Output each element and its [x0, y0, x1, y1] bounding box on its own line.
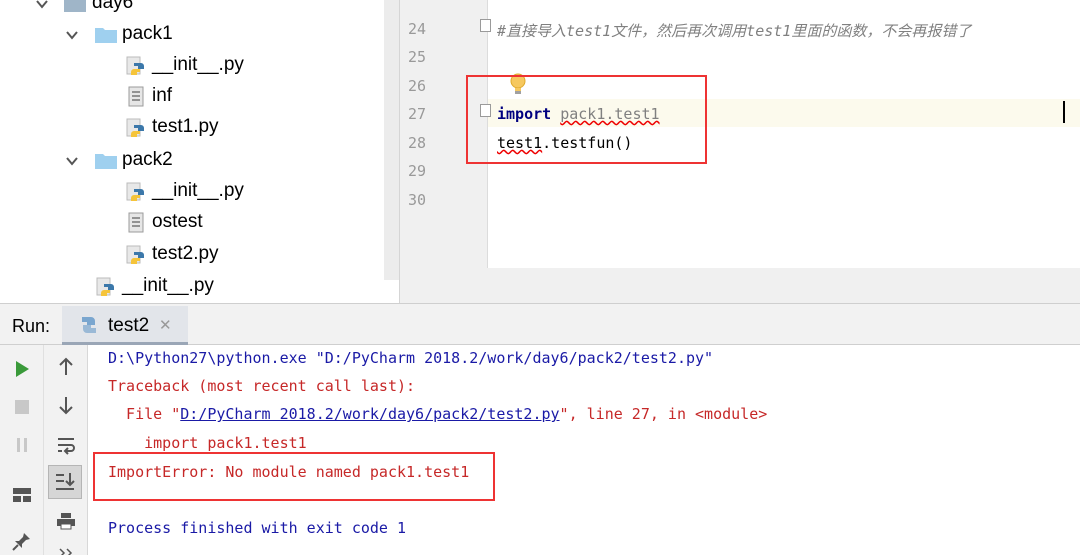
more-button[interactable] [52, 539, 80, 555]
line-number: 29 [407, 162, 426, 180]
tree-item-ostest[interactable]: ostest [0, 207, 384, 238]
tree-item-label: __init__.py [152, 180, 244, 201]
tree-item-label: test1.py [152, 116, 219, 137]
stop-icon [15, 400, 29, 414]
text-file-icon [128, 212, 144, 233]
console-file-line: File "D:/PyCharm 2018.2/work/day6/pack2/… [108, 405, 767, 423]
python-file-icon [126, 245, 144, 264]
folder-icon [95, 154, 117, 169]
line-number: 26 [407, 77, 426, 95]
tree-item-pack1[interactable]: pack1 [0, 19, 384, 50]
project-tree: day6 pack1 __init__.py inf test1.py pack… [0, 0, 399, 303]
run-tab-label: test2 [108, 315, 150, 336]
tree-item-test2[interactable]: test2.py [0, 239, 384, 270]
pin-icon [12, 533, 30, 551]
tree-scrollbar[interactable] [384, 0, 399, 280]
console-exit-line: Process finished with exit code 1 [108, 519, 407, 537]
line-number: 28 [407, 134, 426, 152]
editor-bottom-area [400, 268, 1080, 303]
print-icon [57, 513, 75, 530]
tree-item-inf[interactable]: inf [0, 81, 384, 112]
run-tab-test2[interactable]: test2 ✕ [62, 306, 188, 345]
python-file-icon [126, 56, 144, 75]
line-number: 30 [407, 191, 426, 209]
soft-wrap-icon [58, 438, 75, 455]
run-toolbar [0, 345, 88, 555]
highlight-box-code [466, 75, 707, 164]
pin-button[interactable] [8, 527, 36, 555]
tree-item-day6-init[interactable]: __init__.py [0, 271, 384, 302]
line-number: 24 [407, 20, 426, 38]
arrow-down-icon [59, 397, 73, 415]
toolbar-divider [43, 345, 44, 555]
tree-item-label: inf [152, 85, 173, 106]
python-file-icon [82, 317, 96, 333]
console-source-line: import pack1.test1 [108, 434, 307, 452]
run-panel-title: Run: [12, 316, 51, 336]
close-icon[interactable]: ✕ [159, 316, 172, 334]
chevron-down-icon[interactable] [64, 153, 80, 169]
tree-item-pack2[interactable]: pack2 [0, 145, 384, 176]
chevron-down-icon[interactable] [64, 27, 80, 43]
fold-marker-icon[interactable] [480, 19, 491, 32]
layout-icon [13, 488, 31, 502]
scroll-to-end-button[interactable] [48, 465, 82, 499]
run-button[interactable] [8, 355, 36, 383]
code-comment: #直接导入test1文件，然后再次调用test1里面的函数，不会再报错了 [497, 22, 972, 40]
print-button[interactable] [52, 507, 80, 535]
console-traceback-header: Traceback (most recent call last): [108, 377, 416, 395]
file-suffix: ", line 27, in <module> [559, 405, 768, 423]
tree-item-label: pack1 [122, 23, 173, 44]
tree-item-label: __init__.py [152, 54, 244, 75]
chevron-down-icon[interactable] [34, 0, 50, 12]
scroll-up-button[interactable] [52, 353, 80, 381]
highlight-box-error [93, 452, 495, 501]
play-icon [16, 361, 29, 377]
scroll-to-end-icon [56, 473, 75, 490]
soft-wrap-button[interactable] [52, 431, 80, 459]
text-file-icon [128, 86, 144, 107]
arrow-up-icon [59, 357, 73, 375]
tree-item-test1[interactable]: test1.py [0, 112, 384, 143]
text-caret [1063, 101, 1065, 123]
tree-item-pack1-init[interactable]: __init__.py [0, 50, 384, 81]
pause-button[interactable] [8, 431, 36, 459]
line-number: 25 [407, 48, 426, 66]
double-chevron-icon [59, 548, 73, 555]
python-file-icon [126, 118, 144, 137]
tree-item-label: __init__.py [122, 275, 214, 296]
console-output[interactable]: D:\Python27\python.exe "D:/PyCharm 2018.… [89, 345, 1080, 555]
tree-item-label: day6 [92, 0, 134, 13]
tree-item-day6[interactable]: day6 [0, 0, 384, 19]
file-link[interactable]: D:/PyCharm 2018.2/work/day6/pack2/test2.… [180, 405, 559, 423]
layout-button[interactable] [8, 481, 36, 509]
python-file-icon [96, 277, 114, 296]
folder-icon [95, 28, 117, 43]
pause-icon [17, 438, 27, 452]
folder-icon [64, 0, 86, 12]
console-command-line: D:\Python27\python.exe "D:/PyCharm 2018.… [108, 349, 714, 367]
run-panel-header: Run: test2 ✕ [0, 303, 1080, 345]
tree-item-label: pack2 [122, 149, 173, 170]
stop-button[interactable] [8, 393, 36, 421]
tree-item-pack2-init[interactable]: __init__.py [0, 176, 384, 207]
scroll-down-button[interactable] [52, 391, 80, 419]
tree-item-label: ostest [152, 211, 203, 232]
line-number: 27 [407, 105, 426, 123]
file-prefix: File " [108, 405, 181, 423]
python-file-icon [126, 182, 144, 201]
tree-item-label: test2.py [152, 243, 219, 264]
